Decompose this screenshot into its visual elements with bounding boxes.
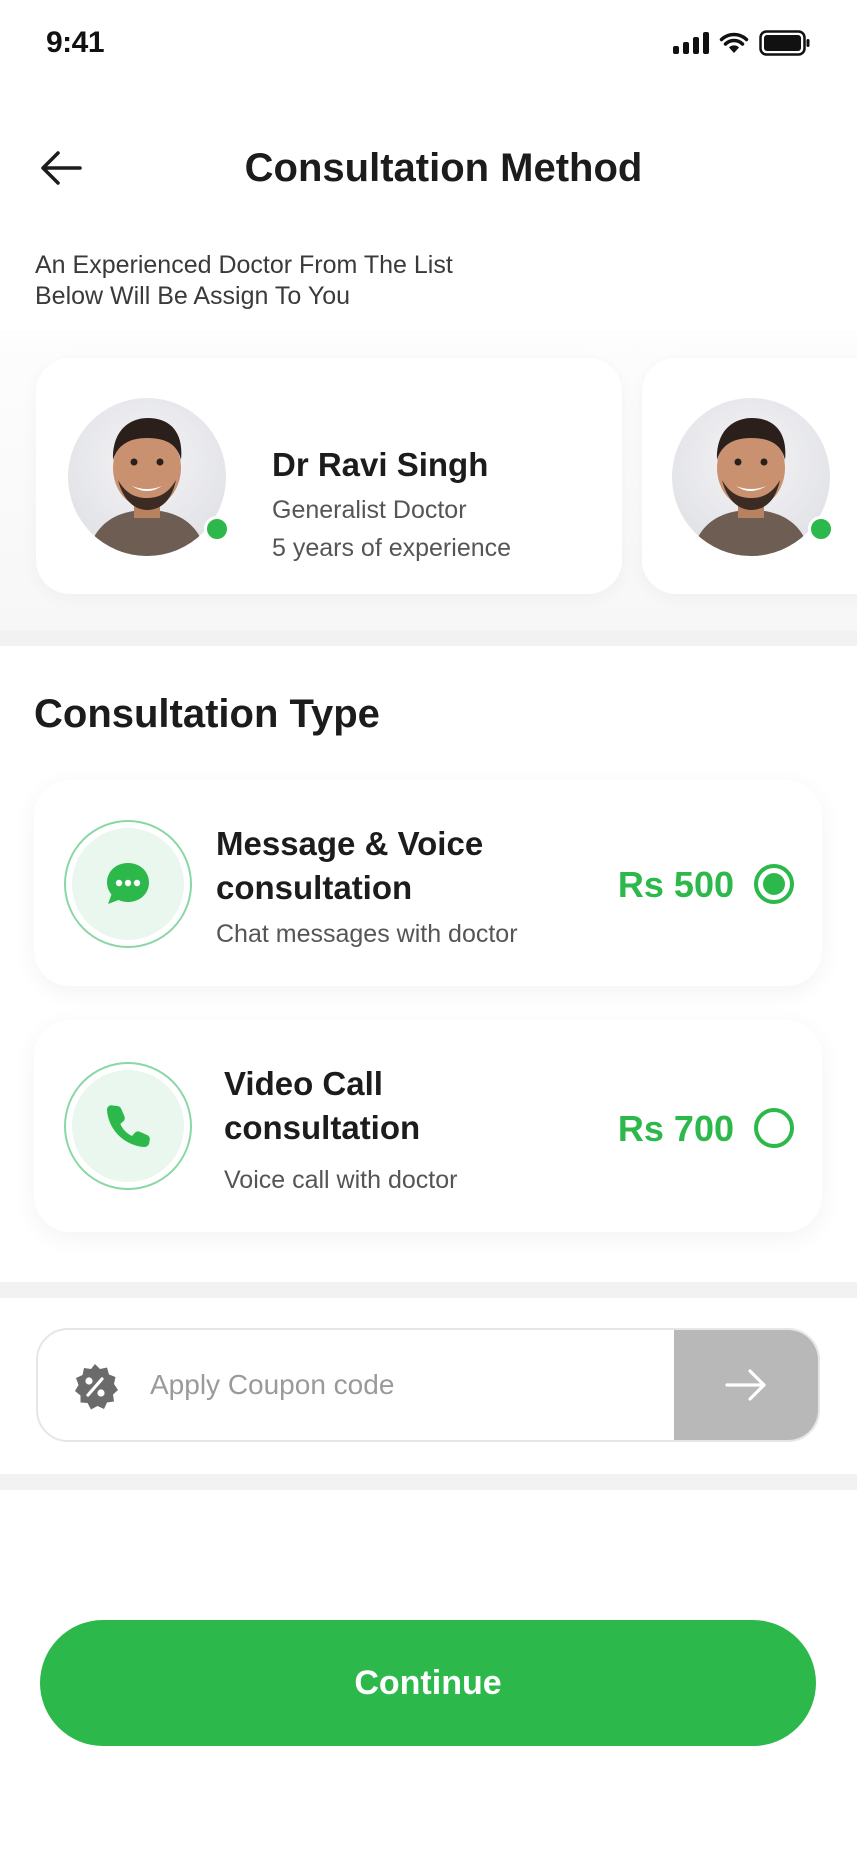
continue-button[interactable]: Continue [40, 1620, 816, 1746]
status-icons [673, 30, 811, 56]
consultation-option-radio[interactable] [754, 1108, 794, 1148]
consultation-option-description: Chat messages with doctor [216, 920, 518, 948]
consultation-option-radio[interactable] [754, 864, 794, 904]
consultation-option-message-voice[interactable]: Message & Voice consultation Chat messag… [34, 780, 822, 986]
page-subtitle: An Experienced Doctor From The List Belo… [35, 251, 453, 310]
coupon-input[interactable] [150, 1330, 670, 1440]
doctor-carousel[interactable]: Dr Ravi Singh Generalist Doctor 5 years … [0, 330, 857, 630]
section-divider [0, 1282, 857, 1298]
arrow-right-icon [725, 1369, 766, 1401]
coupon-field [36, 1328, 820, 1442]
page-title: Consultation Method [244, 146, 643, 190]
consultation-type-heading: Consultation Type [34, 692, 380, 736]
doctor-specialty: Generalist Doctor [272, 496, 467, 524]
phone-icon [107, 1105, 150, 1147]
doctor-experience: 5 years of experience [272, 534, 512, 562]
consultation-option-description: Voice call with doctor [224, 1166, 458, 1194]
doctor-avatar [672, 398, 830, 556]
apply-coupon-button[interactable] [674, 1330, 818, 1440]
consultation-icon-badge [64, 1062, 192, 1190]
consultation-option-title: Message & Voice consultation [216, 825, 484, 906]
status-time: 9:41 [46, 26, 105, 59]
wifi-icon [719, 32, 749, 53]
consultation-icon-badge [64, 820, 192, 948]
doctor-card[interactable]: Dr Ravi Singh Generalist Doctor 5 years … [36, 358, 622, 594]
discount-icon [75, 1364, 118, 1410]
doctor-avatar [68, 398, 226, 556]
consultation-option-video-call[interactable]: Video Call consultation Voice call with … [34, 1020, 822, 1232]
online-status-indicator [204, 516, 230, 542]
battery-icon [759, 30, 810, 56]
chat-icon [107, 863, 149, 904]
doctor-name: Dr Ravi Singh [272, 446, 489, 483]
section-divider [0, 630, 857, 646]
status-bar: 9:41 [0, 0, 857, 90]
cellular-signal-icon [673, 32, 709, 54]
consultation-option-price: Rs 700 [617, 1108, 734, 1149]
consultation-option-price: Rs 500 [617, 864, 734, 905]
consultation-option-title: Video Call consultation [224, 1065, 421, 1146]
doctor-card[interactable] [642, 358, 857, 594]
online-status-indicator [808, 516, 834, 542]
section-divider [0, 1474, 857, 1490]
